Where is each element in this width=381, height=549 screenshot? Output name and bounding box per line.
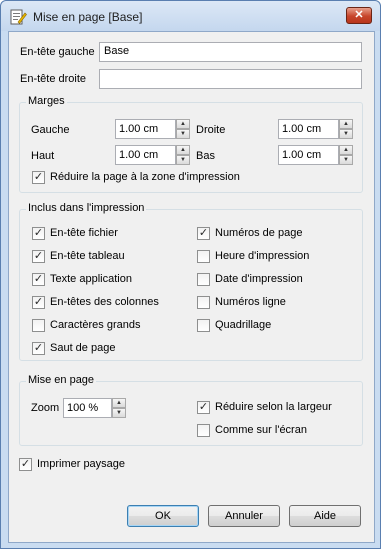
include-large-chars-checkbox[interactable]: Caractères grands xyxy=(32,318,192,334)
fit-to-print-area-label: Réduire la page à la zone d'impression xyxy=(50,171,240,183)
help-button[interactable]: Aide xyxy=(289,505,361,527)
margin-bottom-spinner[interactable]: 1.00 cm ▲ ▼ xyxy=(278,145,353,165)
include-print-time-label: Heure d'impression xyxy=(215,250,310,262)
include-group: Inclus dans l'impression ✓ En-tête fichi… xyxy=(19,202,363,361)
check-icon[interactable]: ✓ xyxy=(197,227,210,240)
include-table-header-checkbox[interactable]: ✓ En-tête tableau xyxy=(32,249,192,265)
spin-up-icon[interactable]: ▲ xyxy=(112,398,126,408)
zoom-spinner[interactable]: 100 % ▲ ▼ xyxy=(63,398,126,418)
spin-up-icon[interactable]: ▲ xyxy=(339,145,353,155)
check-icon[interactable]: ✓ xyxy=(32,227,45,240)
margin-left-label: Gauche xyxy=(31,124,70,136)
fit-width-label: Réduire selon la largeur xyxy=(215,401,332,413)
title-bar[interactable]: Mise en page [Base] ✕ xyxy=(1,1,380,31)
spin-down-icon[interactable]: ▼ xyxy=(339,129,353,139)
margin-top-label: Haut xyxy=(31,150,55,162)
include-print-time-checkbox[interactable]: Heure d'impression xyxy=(197,249,347,265)
include-print-date-label: Date d'impression xyxy=(215,273,303,285)
margins-group: Marges Gauche 1.00 cm ▲ ▼ Droite 1.00 cm… xyxy=(19,95,363,193)
margin-left-value[interactable]: 1.00 cm xyxy=(115,119,176,139)
include-line-numbers-label: Numéros ligne xyxy=(215,296,286,308)
include-file-header-label: En-tête fichier xyxy=(50,227,118,239)
include-file-header-checkbox[interactable]: ✓ En-tête fichier xyxy=(32,226,192,242)
include-app-text-label: Texte application xyxy=(50,273,132,285)
margin-bottom-label: Bas xyxy=(196,150,215,162)
include-column-headers-checkbox[interactable]: ✓ En-têtes des colonnes xyxy=(32,295,192,311)
dialog-window: Mise en page [Base] ✕ En-tête gauche Bas… xyxy=(0,0,381,549)
include-page-numbers-checkbox[interactable]: ✓ Numéros de page xyxy=(197,226,347,242)
page-setup-icon xyxy=(10,9,27,25)
include-app-text-checkbox[interactable]: ✓ Texte application xyxy=(32,272,192,288)
check-icon[interactable]: ✓ xyxy=(32,171,45,184)
include-large-chars-label: Caractères grands xyxy=(50,319,141,331)
margins-group-title: Marges xyxy=(26,95,67,107)
include-group-title: Inclus dans l'impression xyxy=(26,202,147,214)
check-icon[interactable]: ✓ xyxy=(19,458,32,471)
header-right-input[interactable] xyxy=(99,69,362,89)
layout-group: Mise en page Zoom 100 % ▲ ▼ ✓ Réduire se… xyxy=(19,374,363,446)
cancel-button[interactable]: Annuler xyxy=(208,505,280,527)
margin-right-spinner[interactable]: 1.00 cm ▲ ▼ xyxy=(278,119,353,139)
check-icon[interactable]: ✓ xyxy=(32,342,45,355)
layout-group-title: Mise en page xyxy=(26,374,97,386)
spin-up-icon[interactable]: ▲ xyxy=(176,119,190,129)
ok-button[interactable]: OK xyxy=(127,505,199,527)
margin-top-spinner[interactable]: 1.00 cm ▲ ▼ xyxy=(115,145,190,165)
header-right-label: En-tête droite xyxy=(20,73,87,85)
check-icon[interactable]: ✓ xyxy=(197,401,210,414)
spin-down-icon[interactable]: ▼ xyxy=(176,129,190,139)
zoom-label: Zoom xyxy=(31,402,60,414)
include-page-break-checkbox[interactable]: ✓ Saut de page xyxy=(32,341,192,357)
header-left-label: En-tête gauche xyxy=(20,46,95,58)
margin-right-value[interactable]: 1.00 cm xyxy=(278,119,339,139)
as-screen-label: Comme sur l'écran xyxy=(215,424,307,436)
spin-down-icon[interactable]: ▼ xyxy=(112,408,126,418)
margin-bottom-value[interactable]: 1.00 cm xyxy=(278,145,339,165)
spin-down-icon[interactable]: ▼ xyxy=(339,155,353,165)
include-gridlines-label: Quadrillage xyxy=(215,319,272,331)
check-icon[interactable]: ✓ xyxy=(32,250,45,263)
window-title: Mise en page [Base] xyxy=(33,10,143,24)
margin-left-spinner[interactable]: 1.00 cm ▲ ▼ xyxy=(115,119,190,139)
print-landscape-checkbox[interactable]: ✓ Imprimer paysage xyxy=(19,457,169,473)
spin-down-icon[interactable]: ▼ xyxy=(176,155,190,165)
fit-to-print-area-checkbox[interactable]: ✓ Réduire la page à la zone d'impression xyxy=(32,170,292,186)
include-print-date-checkbox[interactable]: Date d'impression xyxy=(197,272,347,288)
fit-width-checkbox[interactable]: ✓ Réduire selon la largeur xyxy=(197,400,347,416)
close-icon: ✕ xyxy=(354,9,364,21)
include-page-numbers-label: Numéros de page xyxy=(215,227,303,239)
check-icon[interactable]: ✓ xyxy=(32,296,45,309)
spin-up-icon[interactable]: ▲ xyxy=(176,145,190,155)
header-left-input[interactable]: Base xyxy=(99,42,362,62)
zoom-value[interactable]: 100 % xyxy=(63,398,112,418)
include-table-header-label: En-tête tableau xyxy=(50,250,125,262)
as-screen-checkbox[interactable]: Comme sur l'écran xyxy=(197,423,347,439)
check-icon[interactable]: ✓ xyxy=(32,273,45,286)
print-landscape-label: Imprimer paysage xyxy=(37,458,126,470)
spin-up-icon[interactable]: ▲ xyxy=(339,119,353,129)
dialog-client-area: En-tête gauche Base En-tête droite Marge… xyxy=(8,31,375,543)
include-column-headers-label: En-têtes des colonnes xyxy=(50,296,159,308)
margin-right-label: Droite xyxy=(196,124,226,136)
include-page-break-label: Saut de page xyxy=(50,342,116,354)
margin-top-value[interactable]: 1.00 cm xyxy=(115,145,176,165)
close-button[interactable]: ✕ xyxy=(346,7,372,24)
include-gridlines-checkbox[interactable]: Quadrillage xyxy=(197,318,347,334)
include-line-numbers-checkbox[interactable]: Numéros ligne xyxy=(197,295,347,311)
